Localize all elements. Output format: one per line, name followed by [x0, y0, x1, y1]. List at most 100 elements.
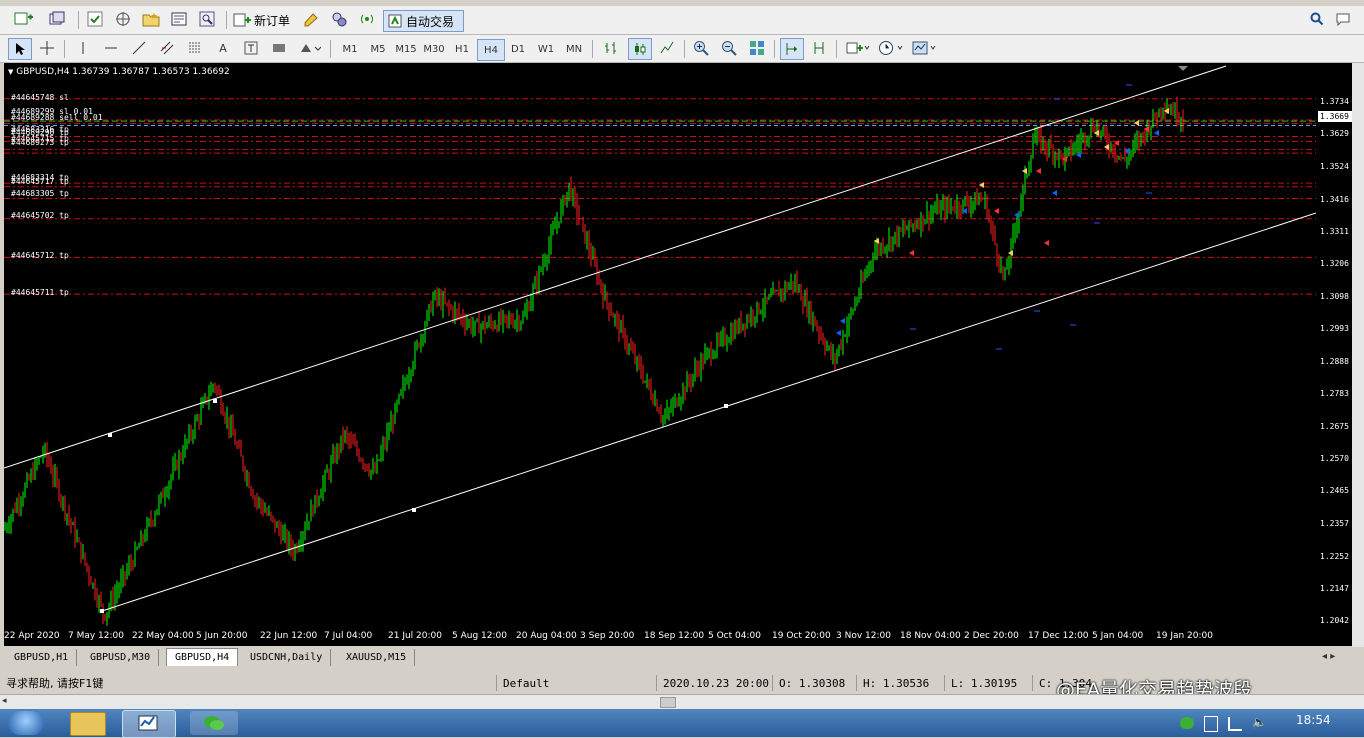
time-tick: 22 May 04:00 — [132, 631, 194, 641]
new-chart-icon[interactable] — [10, 9, 38, 29]
profiles-icon[interactable] — [44, 9, 72, 29]
clock-time[interactable]: 18:54 — [1296, 713, 1331, 727]
fibonacci-icon[interactable] — [184, 38, 206, 58]
metaeditor-icon[interactable] — [300, 9, 322, 29]
tf-m5[interactable]: M5 — [365, 39, 391, 59]
start-button-icon[interactable] — [8, 711, 44, 735]
chat-icon[interactable] — [1332, 9, 1354, 29]
terminal-icon[interactable] — [168, 9, 190, 29]
price-tick: 1.3629 — [1320, 129, 1349, 139]
time-tick: 3 Sep 20:00 — [580, 631, 635, 641]
periods-clock-icon[interactable] — [876, 38, 906, 58]
explorer-icon[interactable] — [70, 712, 106, 736]
wechat-taskbar-button[interactable] — [190, 711, 238, 735]
network-tray-icon[interactable] — [1228, 717, 1242, 731]
windows-taskbar: 🔈 18:54 — [0, 709, 1364, 738]
price-tick: 1.2252 — [1320, 551, 1349, 561]
tf-h4[interactable]: H4 — [477, 39, 505, 61]
tf-h1[interactable]: H1 — [449, 39, 475, 59]
cursor-icon[interactable] — [8, 38, 32, 60]
collapse-triangle-icon[interactable]: ▼ — [8, 68, 13, 76]
text-label-icon[interactable] — [240, 38, 262, 58]
price-tick: 1.3098 — [1320, 292, 1349, 302]
time-tick: 5 Oct 04:00 — [708, 631, 761, 641]
tf-mn[interactable]: MN — [561, 39, 587, 59]
market-watch-icon[interactable] — [84, 9, 106, 29]
radio-icon[interactable] — [356, 9, 378, 29]
time-tick: 18 Sep 12:00 — [644, 631, 705, 641]
scroll-thumb[interactable] — [660, 697, 676, 708]
tab-gbpusd-h4[interactable]: GBPUSD,H4 — [166, 648, 239, 666]
folder-star-icon[interactable] — [140, 9, 162, 29]
price-tick: 1.2465 — [1320, 486, 1349, 496]
search-icon[interactable] — [1306, 9, 1328, 29]
time-tick: 5 Jun 20:00 — [196, 631, 248, 641]
candlestick-icon[interactable] — [628, 38, 652, 60]
device-tray-icon[interactable] — [1204, 716, 1218, 732]
horizontal-line-icon[interactable] — [100, 38, 122, 58]
vertical-scrollbar[interactable] — [1352, 63, 1364, 647]
trade-arrow — [836, 330, 841, 336]
scroll-left-icon[interactable]: ◂ — [2, 696, 7, 706]
text-tool-icon[interactable]: A — [212, 38, 234, 58]
channel-icon[interactable] — [156, 38, 178, 58]
zoom-in-icon[interactable] — [690, 38, 712, 58]
crosshair-icon[interactable] — [36, 38, 58, 58]
time-tick: 5 Jan 04:00 — [1092, 631, 1144, 641]
trade-arrow — [994, 208, 999, 214]
tf-m15[interactable]: M15 — [393, 39, 419, 59]
trade-arrow — [909, 250, 914, 256]
tf-w1[interactable]: W1 — [533, 39, 559, 59]
mt4-taskbar-button[interactable] — [122, 710, 176, 738]
auto-scroll-icon[interactable] — [780, 38, 804, 60]
channel-upper-line — [4, 65, 1227, 469]
price-tick: 1.2357 — [1320, 519, 1349, 529]
price-axis: 1.3734 1.3629 1.3524 1.3416 1.3311 1.3206 1.30… — [1316, 63, 1353, 629]
chart-shift-icon[interactable] — [808, 38, 830, 58]
tab-usdcnh-daily[interactable]: USDCNH,Daily — [242, 649, 332, 666]
time-tick: 5 Aug 12:00 — [452, 631, 507, 641]
signals-icon[interactable] — [328, 9, 350, 29]
channel-anchor-point — [213, 399, 217, 403]
auto-trade-button[interactable]: 自动交易 — [383, 10, 464, 32]
new-order-button[interactable]: 新订单 — [233, 10, 295, 30]
trade-arrow — [1052, 190, 1057, 196]
tester-icon[interactable] — [196, 9, 218, 29]
time-tick: 22 Apr 2020 — [4, 631, 60, 641]
tab-gbpusd-h1[interactable]: GBPUSD,H1 — [6, 649, 78, 666]
channel-anchor-point — [724, 404, 728, 408]
tab-gbpusd-m30[interactable]: GBPUSD,M30 — [82, 649, 160, 666]
chart-header: ▼ GBPUSD,H4 1.36739 1.36787 1.36573 1.36… — [8, 67, 230, 77]
zoom-out-icon[interactable] — [718, 38, 740, 58]
price-tick: 1.3524 — [1320, 161, 1349, 171]
templates-icon[interactable] — [910, 38, 940, 58]
navigator-icon[interactable] — [112, 9, 134, 29]
tf-m30[interactable]: M30 — [421, 39, 447, 59]
time-tick: 3 Nov 12:00 — [836, 631, 891, 641]
rectangle-icon[interactable] — [268, 38, 290, 58]
indicators-icon[interactable] — [844, 38, 872, 58]
tf-d1[interactable]: D1 — [505, 39, 531, 59]
tile-windows-icon[interactable] — [746, 38, 768, 58]
price-tick: 1.3206 — [1320, 259, 1349, 269]
price-chart[interactable]: ▼ GBPUSD,H4 1.36739 1.36787 1.36573 1.36… — [4, 63, 1316, 629]
wechat-tray-icon[interactable] — [1180, 717, 1194, 729]
horizontal-scrollbar[interactable]: ◂ — [0, 694, 1364, 709]
bar-chart-icon[interactable] — [600, 38, 622, 58]
tf-m1[interactable]: M1 — [337, 39, 363, 59]
order-label: #44689273 tp — [11, 137, 69, 147]
status-high: H: 1.30536 — [856, 675, 941, 691]
time-tick: 22 Jun 12:00 — [260, 631, 318, 641]
channel-anchor-point — [108, 433, 112, 437]
new-order-icon — [233, 13, 251, 27]
auto-trade-label: 自动交易 — [406, 14, 455, 29]
line-chart-icon[interactable] — [656, 38, 678, 58]
status-profile: Default — [496, 675, 653, 691]
tab-xauusd-m15[interactable]: XAUUSD,M15 — [338, 649, 416, 666]
shapes-dropdown-icon[interactable] — [296, 38, 324, 58]
tabs-nav-icon[interactable]: ◂ ▸ — [1322, 651, 1335, 662]
price-tick: 1.2147 — [1320, 583, 1349, 593]
vertical-line-icon[interactable] — [72, 38, 94, 58]
volume-tray-icon[interactable]: 🔈 — [1252, 715, 1267, 729]
trendline-icon[interactable] — [128, 38, 150, 58]
